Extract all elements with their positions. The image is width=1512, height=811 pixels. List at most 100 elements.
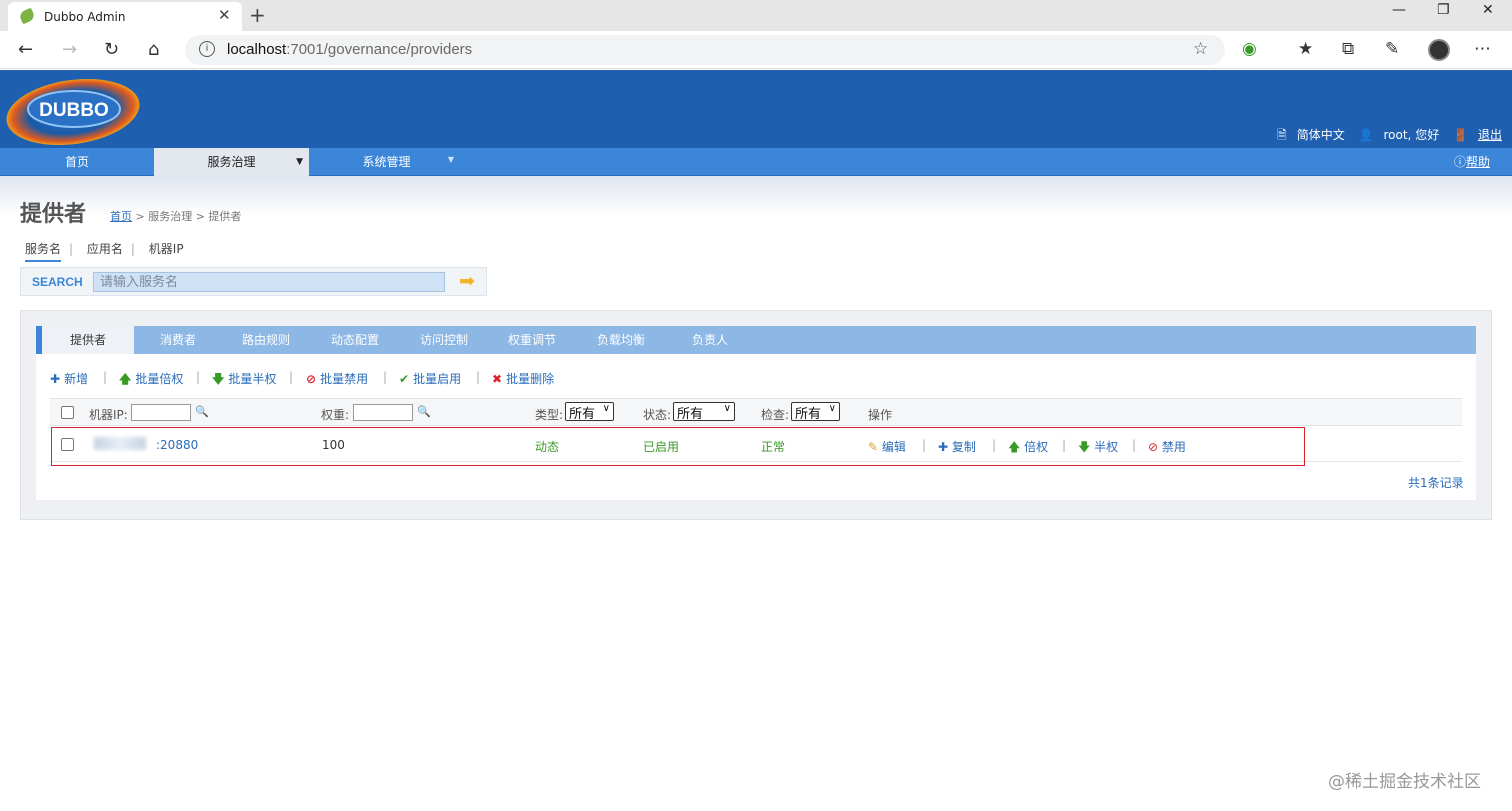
logout-link[interactable]: 🚪 退出: [1453, 128, 1502, 142]
search-input[interactable]: [93, 272, 445, 292]
batch-delete-button[interactable]: ✖ 批量删除: [492, 370, 554, 387]
watermark: @稀土掘金技术社区: [1328, 772, 1481, 792]
tab-providers[interactable]: 提供者: [36, 326, 134, 354]
weight-filter-label: 权重:: [321, 408, 350, 422]
help-link[interactable]: ⓘ帮助: [1454, 148, 1490, 176]
more-menu-icon[interactable]: ⋯: [1474, 39, 1491, 59]
browser-tab-bar: Dubbo Admin ✕ + — ❐ ✕: [0, 0, 1512, 31]
delete-x-icon: ✖: [492, 372, 503, 386]
batch-half-label: 批量半权: [228, 372, 277, 386]
check-filter-label: 检查:: [761, 408, 790, 422]
address-bar[interactable]: i localhost:7001/governance/providers ☆: [185, 35, 1225, 65]
status-filter-value: 所有: [677, 407, 704, 422]
chevron-down-icon: ∨: [723, 403, 731, 414]
dropdown-arrow-icon: ▼: [296, 157, 303, 167]
select-all-checkbox[interactable]: [61, 406, 74, 419]
plus-icon: ✚: [50, 372, 61, 386]
record-count: 共1条记录: [1408, 476, 1464, 490]
batch-disable-label: 批量禁用: [320, 372, 369, 386]
nav-governance[interactable]: 服务治理 ▼: [154, 148, 309, 176]
window-close-icon[interactable]: ✕: [1482, 2, 1494, 18]
batch-half-button[interactable]: 🡇 批量半权: [212, 370, 276, 391]
search-icon[interactable]: 🔍: [417, 405, 431, 418]
feedback-icon[interactable]: ✎: [1385, 39, 1399, 59]
batch-double-label: 批量倍权: [135, 372, 184, 386]
new-tab-button[interactable]: +: [249, 3, 266, 27]
breadcrumb-home[interactable]: 首页: [110, 210, 132, 223]
ip-filter-input[interactable]: [131, 404, 191, 421]
favorite-star-icon[interactable]: ☆: [1193, 39, 1208, 59]
leaf-favicon-icon: [18, 7, 36, 25]
disable-icon: ⊘: [306, 372, 317, 386]
batch-disable-button[interactable]: ⊘ 批量禁用: [306, 370, 368, 387]
check-icon: ✔: [399, 372, 410, 386]
favorites-list-icon[interactable]: ★: [1298, 39, 1313, 59]
highlight-box: [51, 427, 1305, 466]
language-link[interactable]: 🗎 简体中文: [1277, 128, 1345, 142]
extension-icon[interactable]: ◉: [1242, 39, 1257, 59]
batch-double-button[interactable]: 🡅 批量倍权: [119, 370, 183, 391]
back-icon[interactable]: ←: [18, 39, 33, 60]
minimize-icon[interactable]: —: [1392, 2, 1406, 18]
search-icon[interactable]: 🔍: [195, 405, 209, 418]
collections-icon[interactable]: ⧉: [1342, 39, 1354, 59]
table-header: 机器IP: 🔍 权重: 🔍 类型: 所有 ∨ 状态: 所有 ∨ 检查: 所有 ∨ 操作: [50, 398, 1462, 426]
nav-system[interactable]: 系统管理 ▼: [309, 148, 464, 176]
page-title: 提供者: [20, 202, 87, 227]
browser-tab[interactable]: Dubbo Admin ✕: [8, 2, 242, 31]
check-filter-select[interactable]: 所有 ∨: [791, 402, 840, 422]
tab-consumers[interactable]: 消费者: [134, 326, 222, 354]
nav-governance-label: 服务治理: [207, 155, 256, 169]
app-header: DUBBO 🗎 简体中文 👤 root, 您好 🚪 退出: [0, 70, 1512, 148]
url-host: localhost: [227, 41, 287, 58]
type-filter-label: 类型:: [535, 408, 564, 422]
tab-loadbalance[interactable]: 负载均衡: [576, 326, 666, 354]
close-tab-icon[interactable]: ✕: [218, 6, 231, 24]
tab-weights[interactable]: 权重调节: [488, 326, 576, 354]
add-label: 新增: [64, 372, 89, 386]
maximize-icon[interactable]: ❐: [1437, 2, 1450, 18]
tab-routes[interactable]: 路由规则: [222, 326, 310, 354]
search-tab-app[interactable]: 应用名: [87, 242, 123, 256]
search-box: SEARCH ➡: [20, 267, 487, 296]
search-tab-service[interactable]: 服务名: [25, 242, 62, 262]
search-type-tabs: 服务名 | 应用名 | 机器IP: [25, 240, 192, 262]
check-filter-value: 所有: [795, 407, 822, 422]
url-text: localhost:7001/governance/providers: [227, 41, 472, 58]
search-tab-ip[interactable]: 机器IP: [149, 242, 184, 256]
status-filter-select[interactable]: 所有 ∨: [673, 402, 735, 422]
status-filter-label: 状态:: [643, 408, 672, 422]
forward-icon[interactable]: →: [62, 39, 77, 60]
breadcrumb-rest: > 服务治理 > 提供者: [132, 210, 242, 223]
profile-avatar[interactable]: [1428, 39, 1450, 61]
type-filter-value: 所有: [569, 407, 596, 422]
help-label: 帮助: [1465, 155, 1490, 169]
language-label: 简体中文: [1296, 128, 1345, 142]
add-button[interactable]: ✚ 新增: [50, 370, 88, 387]
batch-enable-button[interactable]: ✔ 批量启用: [399, 370, 461, 387]
actions-header: 操作: [868, 408, 893, 422]
logo-text: DUBBO: [39, 100, 109, 121]
ip-filter-label: 机器IP:: [89, 408, 128, 422]
header-links: 🗎 简体中文 👤 root, 您好 🚪 退出: [1267, 126, 1502, 147]
type-filter-select[interactable]: 所有 ∨: [565, 402, 614, 422]
batch-enable-label: 批量启用: [413, 372, 462, 386]
refresh-icon[interactable]: ↻: [104, 39, 119, 60]
tab-overrides[interactable]: 动态配置: [310, 326, 400, 354]
chevron-down-icon: ∨: [602, 403, 610, 414]
chevron-down-icon: ∨: [828, 403, 836, 414]
site-info-icon[interactable]: i: [199, 41, 215, 57]
browser-toolbar: ← → ↻ ⌂ i localhost:7001/governance/prov…: [0, 31, 1512, 69]
user-greeting-text: root, 您好: [1383, 128, 1440, 142]
search-label: SEARCH: [32, 275, 83, 289]
nav-home[interactable]: 首页: [0, 148, 154, 176]
tab-owners[interactable]: 负责人: [666, 326, 754, 354]
breadcrumb: 首页 > 服务治理 > 提供者: [110, 208, 241, 224]
home-icon[interactable]: ⌂: [148, 39, 159, 60]
search-arrow-icon[interactable]: ➡: [459, 270, 475, 292]
down-arrow-icon: 🡇: [212, 372, 225, 386]
tab-title: Dubbo Admin: [44, 10, 126, 24]
tab-access[interactable]: 访问控制: [400, 326, 488, 354]
weight-filter-input[interactable]: [353, 404, 413, 421]
dubbo-logo: DUBBO: [6, 78, 140, 146]
